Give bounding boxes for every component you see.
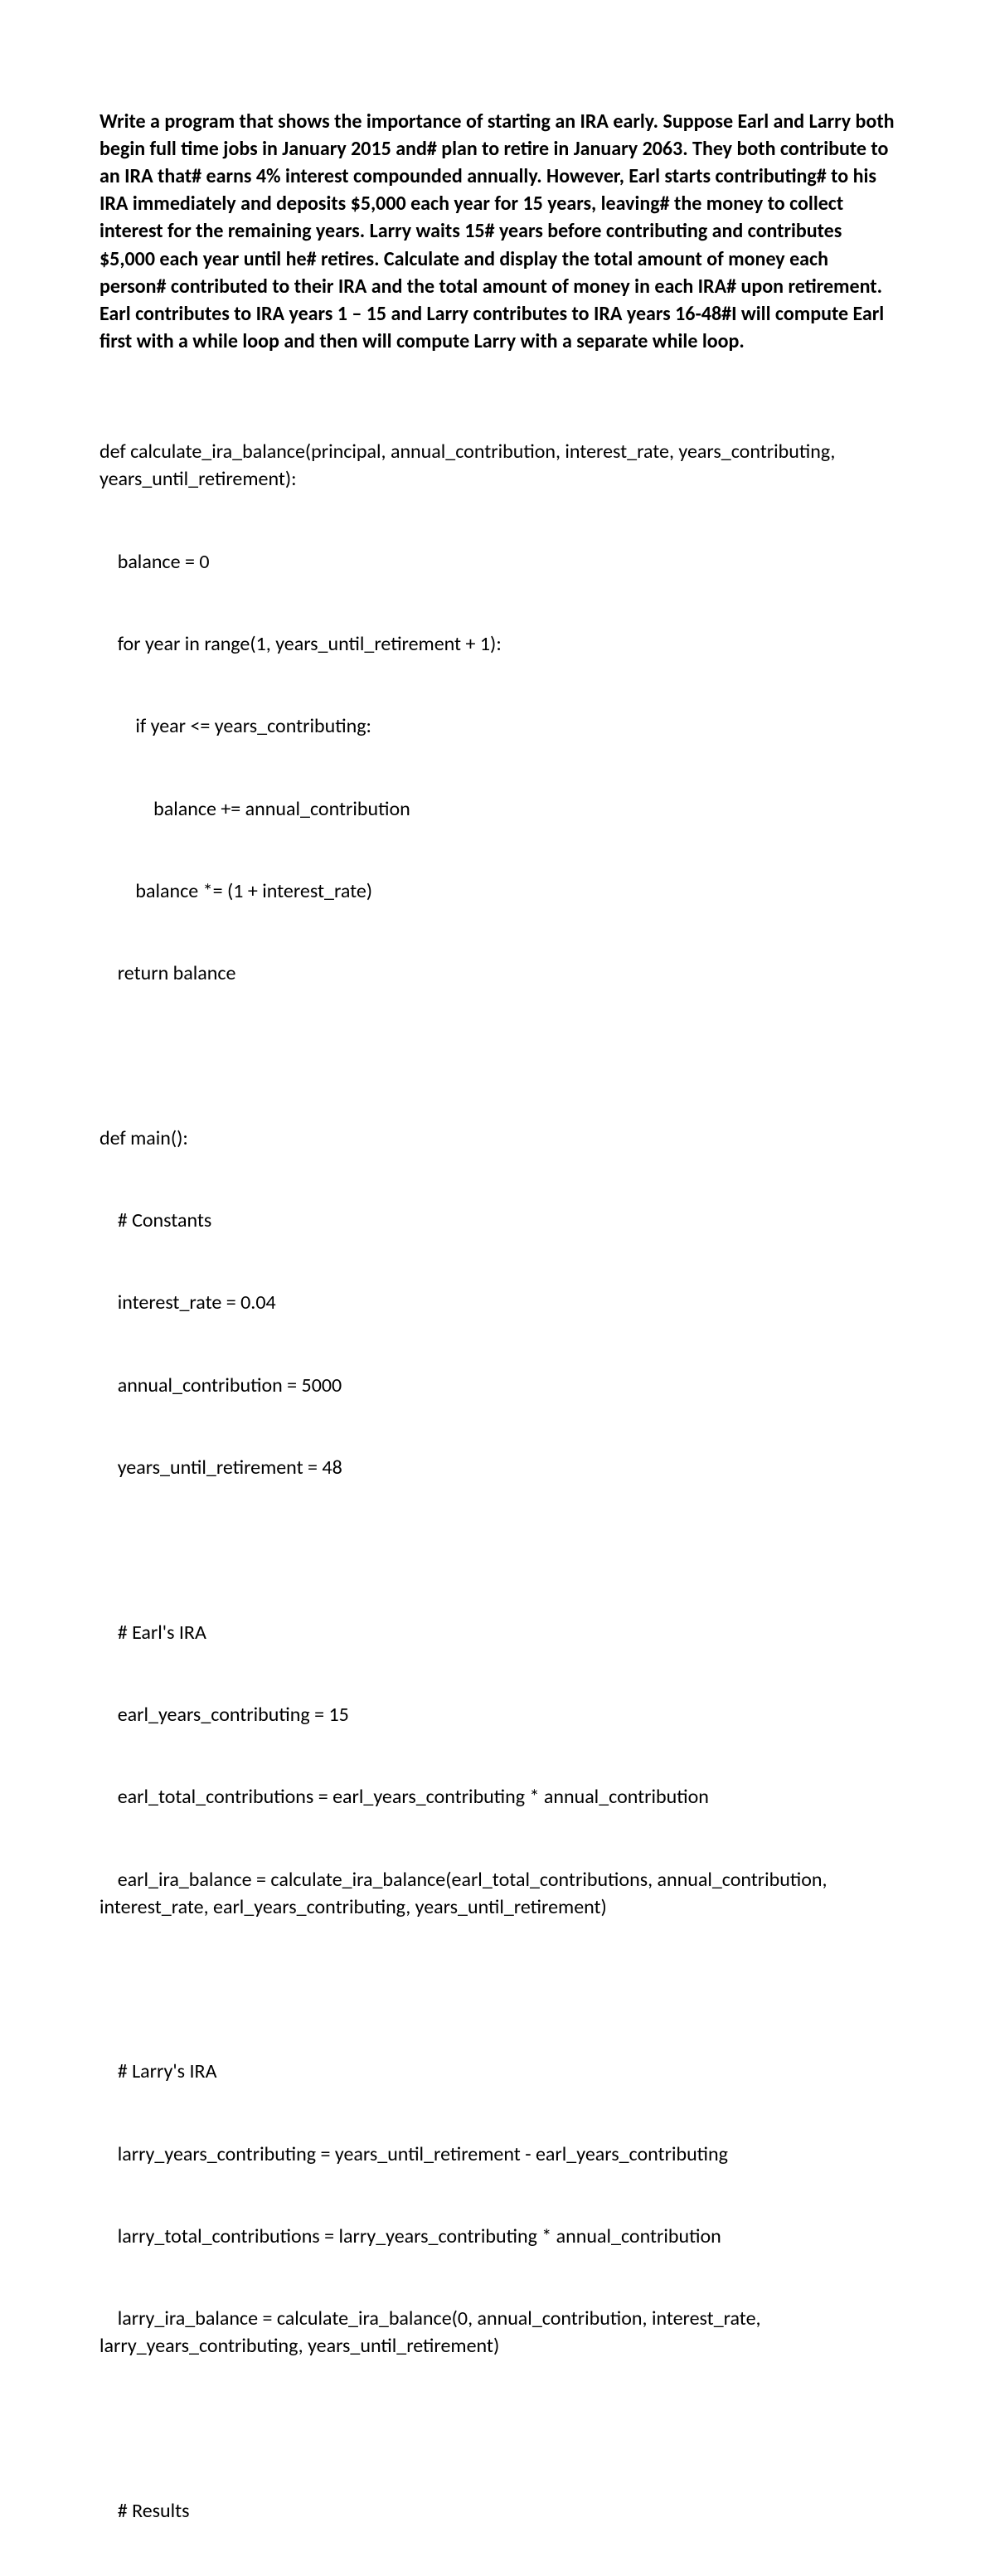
code-line: annual_contribution = 5000 [100,1372,896,1399]
blank-line [100,1976,896,2003]
blank-line [100,1043,896,1070]
code-line: # Results [100,2497,896,2525]
code-line: for year in range(1, years_until_retirem… [100,630,896,658]
code-line: if year <= years_contributing: [100,712,896,740]
code-line: larry_total_contributions = larry_years_… [100,2223,896,2250]
code-line: def main(): [100,1125,896,1152]
code-line: larry_ira_balance = calculate_ira_balanc… [100,2305,896,2360]
code-line: earl_ira_balance = calculate_ira_balance… [100,1866,896,1921]
code-line: def calculate_ira_balance(principal, ann… [100,438,896,493]
code-line: years_until_retirement = 48 [100,1454,896,1481]
blank-line [100,1536,896,1563]
code-line: balance += annual_contribution [100,795,896,823]
blank-line [100,2415,896,2442]
problem-statement: Write a program that shows the importanc… [100,108,896,355]
code-line: balance = 0 [100,548,896,576]
code-line: larry_years_contributing = years_until_r… [100,2141,896,2168]
code-line: # Larry's IRA [100,2058,896,2085]
code-line: earl_total_contributions = earl_years_co… [100,1783,896,1810]
code-block: def calculate_ira_balance(principal, ann… [100,383,896,2576]
code-line: earl_years_contributing = 15 [100,1701,896,1728]
code-line: return balance [100,960,896,987]
code-line: # Constants [100,1207,896,1234]
code-line: balance *= (1 + interest_rate) [100,877,896,905]
document-page: Write a program that shows the importanc… [0,0,995,2576]
code-line: interest_rate = 0.04 [100,1289,896,1316]
code-line: # Earl's IRA [100,1619,896,1646]
